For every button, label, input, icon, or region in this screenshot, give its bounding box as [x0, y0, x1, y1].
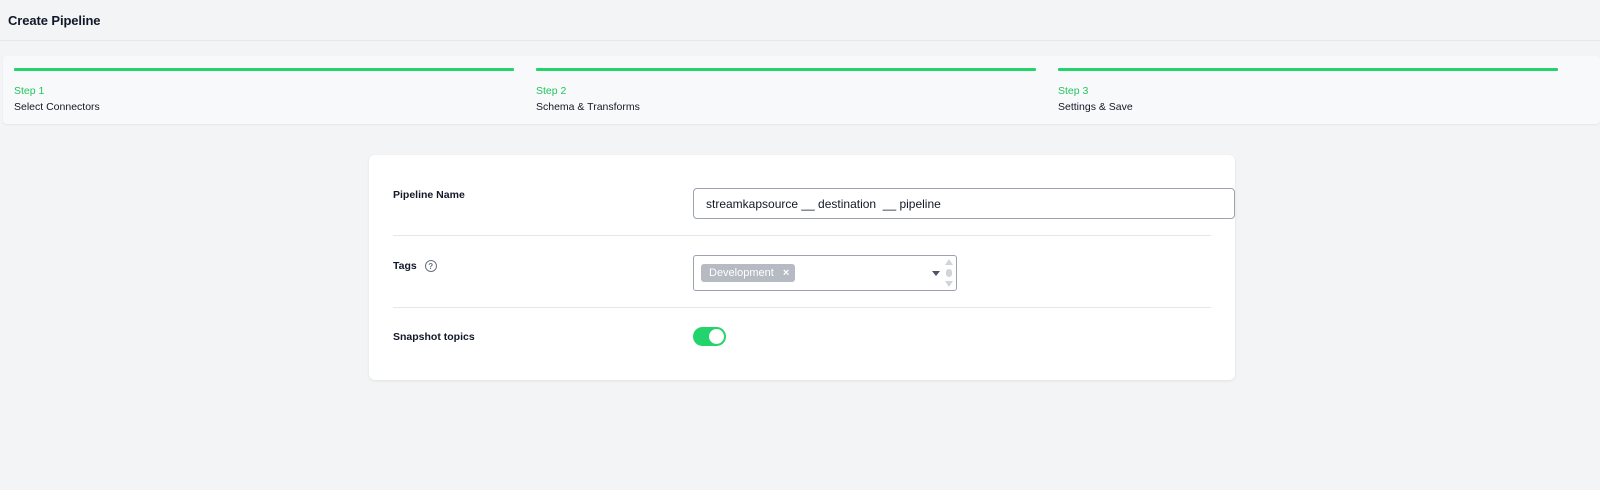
step-2-label: Schema & Transforms — [536, 101, 640, 113]
step-3[interactable]: Step 3 Settings & Save — [1058, 68, 1558, 113]
question-circle-icon[interactable]: ? — [424, 260, 437, 272]
scroll-up-icon[interactable] — [945, 259, 953, 265]
scroll-down-icon[interactable] — [945, 281, 953, 287]
step-3-label: Settings & Save — [1058, 101, 1133, 113]
pipeline-name-row: Pipeline Name — [393, 188, 1235, 219]
step-1[interactable]: Step 1 Select Connectors — [14, 68, 514, 113]
snapshot-topics-label: Snapshot topics — [393, 331, 475, 343]
toggle-knob — [709, 329, 724, 344]
step-2-progress-bar — [536, 68, 1036, 71]
snapshot-topics-toggle[interactable] — [693, 327, 726, 346]
step-3-progress-bar — [1058, 68, 1558, 71]
pipeline-name-label: Pipeline Name — [393, 189, 465, 201]
step-2-number: Step 2 — [536, 85, 567, 97]
snapshot-row: Snapshot topics — [393, 327, 1211, 346]
tags-label-group: Tags ? — [393, 260, 437, 272]
tag-chip-development: Development × — [701, 264, 796, 282]
tags-select[interactable]: Development × — [693, 255, 957, 291]
tags-row: Tags ? Development × — [393, 255, 1211, 291]
step-1-label: Select Connectors — [14, 101, 100, 113]
step-1-number: Step 1 — [14, 85, 45, 97]
divider — [393, 235, 1211, 236]
scrollbar[interactable] — [944, 258, 954, 288]
page-header: Create Pipeline — [0, 0, 1600, 41]
step-2[interactable]: Step 2 Schema & Transforms — [536, 68, 1036, 113]
pipeline-name-input[interactable] — [693, 188, 1235, 219]
tag-remove-icon[interactable]: × — [783, 267, 789, 279]
tag-chip-label: Development — [709, 267, 774, 279]
chevron-down-icon[interactable] — [932, 271, 940, 276]
pipeline-settings-card: Pipeline Name Tags ? Development × Snaps… — [369, 155, 1235, 380]
step-1-progress-bar — [14, 68, 514, 71]
divider — [393, 307, 1211, 308]
stepper: Step 1 Select Connectors Step 2 Schema &… — [3, 56, 1600, 124]
tags-label: Tags — [393, 260, 417, 272]
page-title: Create Pipeline — [8, 12, 101, 28]
step-3-number: Step 3 — [1058, 85, 1089, 97]
scroll-thumb[interactable] — [946, 269, 952, 277]
